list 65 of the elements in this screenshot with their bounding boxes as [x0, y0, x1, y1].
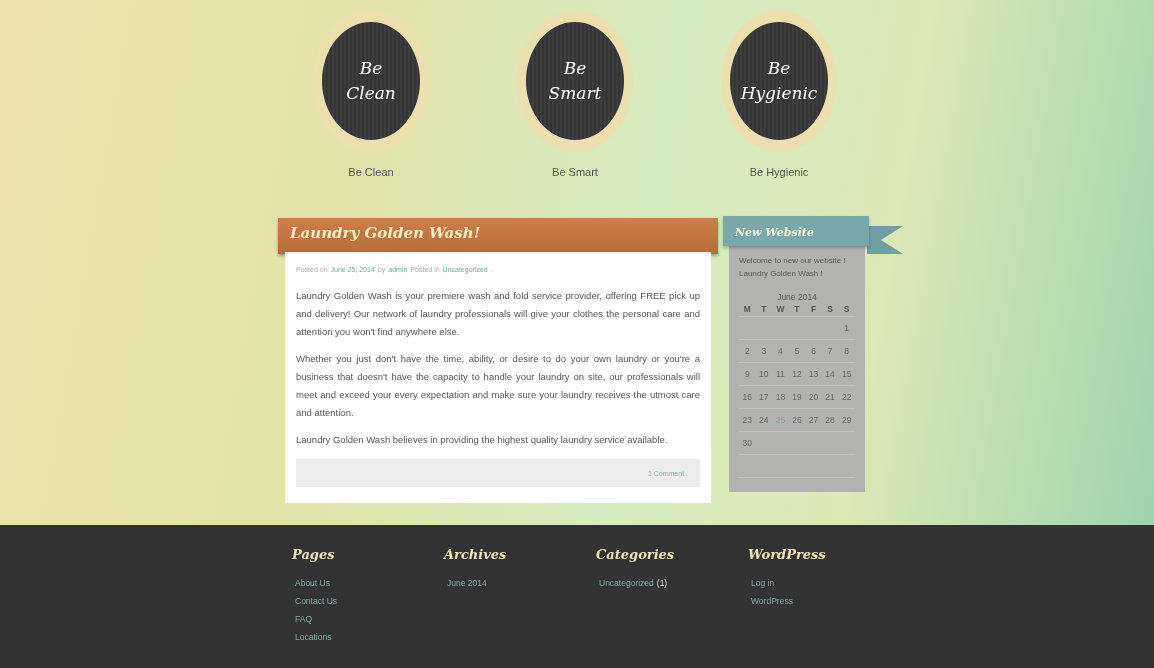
widget-title: New Website	[735, 226, 814, 239]
calendar-day[interactable]: 18	[772, 392, 789, 402]
footer-link[interactable]: About Us	[295, 578, 330, 596]
calendar-day[interactable]: 26	[788, 415, 806, 425]
post-count: (1)	[656, 578, 668, 590]
footer-heading: WordPress	[748, 547, 827, 562]
calendar-day[interactable]: 28	[821, 415, 839, 425]
footer-link[interactable]: June 2014	[447, 578, 487, 596]
calendar-day[interactable]: 27	[805, 415, 822, 425]
footer-heading: Categories	[596, 547, 676, 562]
weekday-label: M	[742, 304, 752, 314]
badge-text: Smart	[548, 84, 602, 103]
calendar-day[interactable]: 6	[805, 346, 822, 356]
calendar-day[interactable]: 4	[772, 346, 789, 356]
footer-link[interactable]: Locations	[295, 632, 332, 650]
calendar-caption: June 2014	[776, 292, 818, 302]
footer-link[interactable]: WordPress	[751, 596, 793, 614]
badge-text: Be	[563, 59, 587, 78]
weekday-label: T	[793, 304, 801, 314]
calendar-day[interactable]: 13	[805, 369, 822, 379]
calendar-day[interactable]: 30	[739, 438, 756, 448]
calendar-day[interactable]: 8	[838, 346, 855, 356]
badge-text: Be	[359, 59, 383, 78]
badge-text: Clean	[346, 84, 396, 103]
calendar-day[interactable]: 23	[739, 415, 756, 425]
calendar-day[interactable]: 14	[821, 369, 839, 379]
calendar-day[interactable]: 20	[805, 392, 822, 402]
weekday-label: S	[826, 304, 834, 314]
calendar-day[interactable]: 17	[755, 392, 773, 402]
badge-text: Be	[767, 59, 791, 78]
calendar-day[interactable]: 24	[755, 415, 773, 425]
calendar-day[interactable]: 7	[821, 346, 839, 356]
calendar-day[interactable]: 15	[838, 369, 855, 379]
post-paragraph: Laundry Golden Wash believes in providing the highest quality laundry service available.	[296, 433, 669, 447]
post-title: Laundry Golden Wash!	[290, 224, 481, 242]
post-paragraph: Laundry Golden Wash is your premiere wash and fold service provider, offering FREE pick up and delivery! Our network of laundry professionals will give your clothes the personal care and attention you won't find anywhere else.	[296, 289, 700, 339]
calendar-day[interactable]: 3	[755, 346, 773, 356]
calendar-day[interactable]: 9	[739, 369, 756, 379]
calendar-day[interactable]: 29	[838, 415, 855, 425]
calendar-day[interactable]: 22	[838, 392, 855, 402]
footer-link[interactable]: FAQ	[295, 614, 312, 632]
badge-text: Hygienic	[740, 84, 818, 103]
calendar-day[interactable]: 1	[838, 323, 855, 333]
feature-label: Be Hygienic	[749, 166, 809, 178]
calendar-day[interactable]: 5	[788, 346, 806, 356]
weekday-label: W	[775, 304, 786, 314]
feature-label: Be Smart	[552, 166, 598, 178]
feature-label: Be Clean	[348, 166, 394, 178]
weekday-label: T	[760, 304, 768, 314]
footer-link[interactable]: Log in	[751, 578, 775, 596]
footer-link[interactable]: Contact Us	[295, 596, 338, 614]
footer-link[interactable]: Uncategorized	[599, 578, 654, 596]
calendar-day[interactable]: 21	[821, 392, 839, 402]
calendar-day[interactable]: 12	[788, 369, 806, 379]
widget-text: Welcome to new our website ! Laundry Golden Wash !	[739, 255, 847, 280]
weekday-label: S	[842, 304, 851, 314]
footer-heading: Archives	[444, 547, 508, 562]
footer-heading: Pages	[292, 547, 336, 562]
calendar-day[interactable]: 19	[788, 392, 806, 402]
post-paragraph: Whether you just don't have the time, ability, or desire to do your own laundry or you're a business that doesn't have the capacity to handle your laundry on site, our professionals will meet and exceed your every expectation and make sure your laundry receives the utmost care and attention.	[296, 352, 700, 420]
weekday-label: F	[809, 304, 818, 314]
calendar-day[interactable]: 11	[772, 369, 789, 379]
calendar-day[interactable]: 2	[739, 346, 756, 356]
calendar-day[interactable]: 16	[739, 392, 756, 402]
calendar-day[interactable]: 10	[755, 369, 773, 379]
